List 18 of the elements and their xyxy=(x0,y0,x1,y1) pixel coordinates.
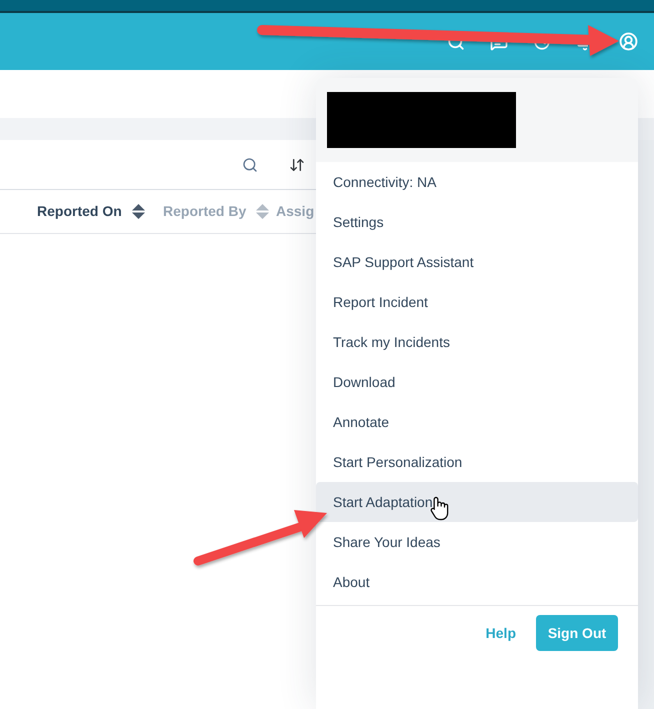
menu-item[interactable]: Share Your Ideas xyxy=(316,522,638,562)
sort-icon[interactable] xyxy=(132,204,145,219)
hand-cursor-icon xyxy=(430,496,450,521)
menu-item[interactable]: Report Incident xyxy=(316,282,638,322)
menu-item[interactable]: Annotate xyxy=(316,402,638,442)
menu-item[interactable]: Start Personalization xyxy=(316,442,638,482)
column-header[interactable]: Reported On xyxy=(37,201,122,222)
sort-icon[interactable] xyxy=(289,156,305,172)
search-icon[interactable] xyxy=(242,156,258,172)
menu-item[interactable]: Connectivity: NA xyxy=(316,162,638,202)
menu-item[interactable]: Settings xyxy=(316,202,638,242)
user-icon[interactable] xyxy=(619,32,638,51)
menu-item[interactable]: SAP Support Assistant xyxy=(316,242,638,282)
menu-item[interactable]: Start Adaptation xyxy=(316,482,638,522)
bell-icon[interactable] xyxy=(576,44,588,50)
menu-item[interactable]: About xyxy=(316,562,638,602)
menu-item[interactable]: Track my Incidents xyxy=(316,322,638,362)
menu-item[interactable]: Download xyxy=(316,362,638,402)
